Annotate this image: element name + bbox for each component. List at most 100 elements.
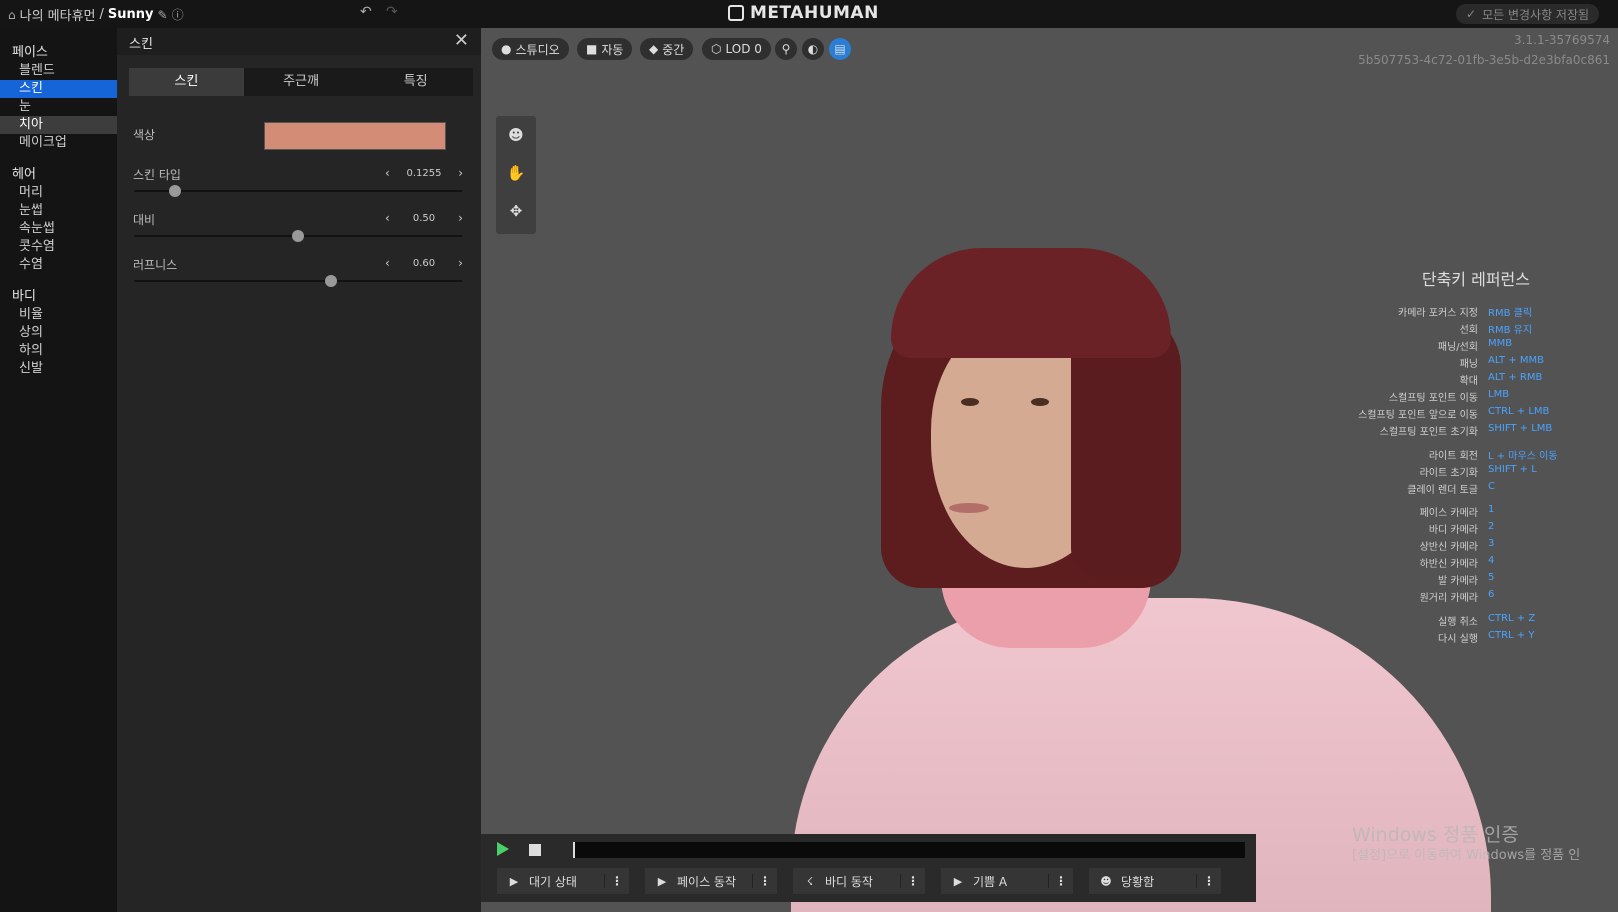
right-eye (1031, 398, 1049, 406)
clip-joy-a[interactable]: ▶ 기쁨 A ⋮ (941, 868, 1073, 894)
contrast-stepper: ‹ 0.50 › (385, 211, 463, 225)
chevron-right-icon[interactable]: › (458, 211, 463, 225)
metahuman-name: Sunny (107, 7, 154, 22)
contrast-label: 대비 (133, 213, 156, 227)
chevron-right-icon[interactable]: › (458, 256, 463, 270)
lighting-studio-button[interactable]: ● 스튜디오 (492, 38, 569, 60)
chevron-left-icon[interactable]: ‹ (385, 211, 390, 225)
skull-icon[interactable]: ☻ (496, 116, 536, 154)
shortcut-row: 하반신 카메라 4 (1419, 555, 1495, 570)
nav-item-beard[interactable]: 수염 (0, 256, 117, 274)
skin-color-swatch[interactable] (264, 122, 446, 150)
shortcut-row: 페이스 카메라 1 (1419, 504, 1495, 519)
save-status-badge: ✓ 모든 변경사항 저장됨 (1456, 4, 1600, 24)
tab-skin[interactable]: 스킨 (129, 68, 244, 96)
more-vertical-icon[interactable]: ⋮ (1196, 874, 1221, 888)
left-eye (961, 398, 979, 406)
clip-embarrassed[interactable]: ☻ 당황함 ⋮ (1089, 868, 1221, 894)
top-bar: ⌂ 나의 메타휴먼 / Sunny ✎ ⓘ ↶ ↷ METAHUMAN ✓ 모든… (0, 0, 1618, 28)
left-navigation: 페이스 블렌드 스킨 눈 치아 메이크업 헤어 머리 눈썹 속눈썹 콧수염 수염… (0, 28, 117, 912)
nav-item-head-hair[interactable]: 머리 (0, 184, 117, 202)
roughness-knob[interactable] (324, 275, 337, 287)
link-icon[interactable]: ⚲ (775, 38, 797, 60)
close-icon[interactable]: ✕ (454, 30, 469, 51)
skin-type-value[interactable]: 0.1255 (407, 168, 442, 179)
shortcut-row: 클레이 렌더 토글 C (1407, 481, 1495, 496)
nav-group-hair[interactable]: 헤어 (0, 166, 117, 184)
undo-icon[interactable]: ↶ (360, 4, 372, 20)
more-vertical-icon[interactable]: ⋮ (752, 874, 777, 888)
edit-icon[interactable]: ✎ (158, 8, 168, 22)
shortcut-row: 선회 RMB 유지 (1459, 325, 1533, 336)
nav-item-proportions[interactable]: 비율 (0, 306, 117, 324)
camera-auto-button[interactable]: ■ 자동 (577, 38, 633, 60)
nav-group-body[interactable]: 바디 (0, 288, 117, 306)
more-vertical-icon[interactable]: ⋮ (604, 874, 629, 888)
clip-idle[interactable]: ▶ 대기 상태 ⋮ (497, 868, 629, 894)
lod-label: LOD 0 (725, 42, 762, 56)
shortcut-row: 라이트 초기화 SHIFT + L (1419, 464, 1537, 479)
play-icon[interactable] (497, 842, 509, 856)
panel-toggle-icon[interactable]: ▤ (829, 38, 851, 60)
roughness-stepper: ‹ 0.60 › (385, 256, 463, 270)
more-vertical-icon[interactable]: ⋮ (1048, 874, 1073, 888)
move-icon[interactable]: ✥ (496, 192, 536, 230)
breadcrumb-home[interactable]: 나의 메타휴먼 (20, 5, 96, 24)
tab-freckles[interactable]: 주근깨 (244, 68, 359, 96)
logo-text: METAHUMAN (750, 3, 879, 23)
chevron-left-icon[interactable]: ‹ (385, 256, 390, 270)
contrast-slider[interactable] (134, 230, 462, 242)
chevron-right-icon[interactable]: › (458, 166, 463, 180)
hand-icon[interactable]: ✋ (496, 154, 536, 192)
nav-item-eyebrows[interactable]: 눈썹 (0, 202, 117, 220)
windows-activation-subtitle: [설정]으로 이동하여 Windows를 정품 인 (1352, 848, 1581, 863)
lod-button[interactable]: ⬡ LOD 0 (702, 38, 771, 60)
help-icon[interactable]: ⓘ (172, 6, 184, 23)
contrast-knob[interactable] (292, 230, 304, 242)
face-icon: ☻ (1100, 874, 1112, 888)
windows-activation-title: Windows 정품 인증 (1352, 824, 1519, 846)
breadcrumb-separator: / (99, 7, 104, 22)
shortcut-row: 상반신 카메라 3 (1419, 538, 1495, 553)
playhead[interactable] (573, 842, 575, 858)
nav-item-mustache[interactable]: 콧수염 (0, 238, 117, 256)
more-vertical-icon[interactable]: ⋮ (900, 874, 925, 888)
check-circle-icon: ✓ (1466, 7, 1477, 21)
sphere-icon[interactable]: ◐ (802, 38, 824, 60)
nav-item-bottoms[interactable]: 하의 (0, 342, 117, 360)
skin-type-slider[interactable] (134, 185, 462, 197)
nav-group-face[interactable]: 페이스 (0, 44, 117, 62)
clip-body-motion[interactable]: ☇ 바디 동작 ⋮ (793, 868, 925, 894)
version-info: 3.1.1-35769574 5b507753-4c72-01fb-3e5b-d… (1358, 30, 1610, 70)
nav-item-blend[interactable]: 블렌드 (0, 62, 117, 80)
nav-item-teeth[interactable]: 치아 (0, 116, 117, 134)
home-icon[interactable]: ⌂ (8, 8, 16, 22)
version-number: 3.1.1-35769574 (1514, 33, 1610, 47)
quality-medium-button[interactable]: ◆ 중간 (640, 38, 694, 60)
nav-item-tops[interactable]: 상의 (0, 324, 117, 342)
nav-item-makeup[interactable]: 메이크업 (0, 134, 117, 152)
clip-label: 당황함 (1121, 874, 1155, 889)
contrast-value[interactable]: 0.50 (413, 213, 435, 224)
skin-panel: 스킨 ✕ 스킨 주근깨 특징 색상 스킨 타입 ‹ 0.1255 › 대비 ‹ … (117, 28, 481, 912)
play-circle-icon: ▶ (657, 874, 667, 888)
nav-item-shoes[interactable]: 신발 (0, 360, 117, 378)
nav-item-skin[interactable]: 스킨 (0, 80, 117, 98)
roughness-value[interactable]: 0.60 (413, 258, 435, 269)
chevron-left-icon[interactable]: ‹ (385, 166, 390, 180)
clip-face-motion[interactable]: ▶ 페이스 동작 ⋮ (645, 868, 777, 894)
tab-features[interactable]: 특징 (358, 68, 473, 96)
roughness-slider[interactable] (134, 275, 462, 287)
clip-label: 바디 동작 (825, 874, 873, 889)
viewport-tools: ☻ ✋ ✥ (496, 116, 536, 234)
play-circle-icon: ▶ (953, 874, 963, 888)
timeline-scrubber[interactable] (573, 842, 1245, 858)
stop-icon[interactable] (529, 844, 541, 856)
camera-icon: ■ (586, 42, 598, 56)
nav-item-eyelashes[interactable]: 속눈썹 (0, 220, 117, 238)
shortcut-row: 발 카메라 5 (1438, 572, 1495, 587)
skin-type-knob[interactable] (169, 185, 182, 197)
redo-icon[interactable]: ↷ (386, 4, 398, 20)
roughness-label: 러프니스 (133, 258, 178, 272)
nav-item-eyes[interactable]: 눈 (0, 98, 117, 116)
